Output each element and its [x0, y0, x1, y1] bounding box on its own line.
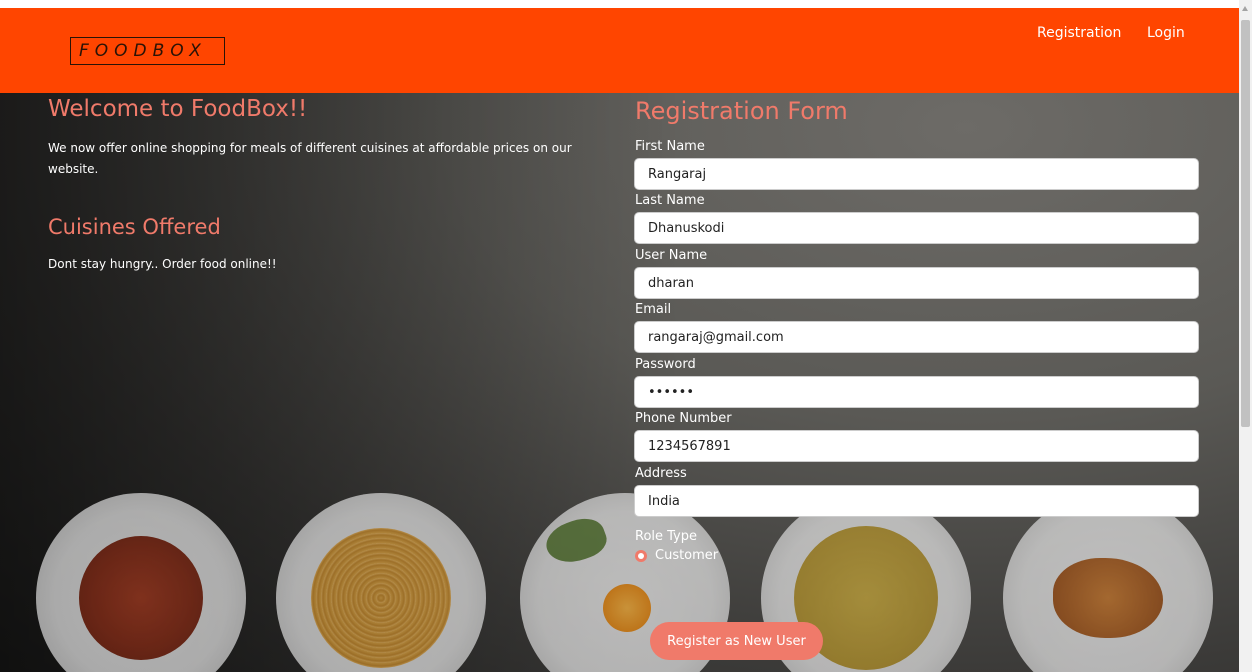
- cuisines-text: Dont stay hungry.. Order food online!!: [48, 257, 277, 271]
- role-customer-radio[interactable]: Customer: [635, 548, 718, 563]
- nav-link-registration[interactable]: Registration: [1037, 25, 1121, 41]
- password-label: Password: [635, 357, 696, 372]
- brand-logo[interactable]: FOODBOX: [70, 37, 225, 65]
- email-input[interactable]: [634, 321, 1199, 353]
- phone-number-input[interactable]: [634, 430, 1199, 462]
- cuisines-heading: Cuisines Offered: [48, 215, 221, 239]
- croissant-image: [1053, 558, 1163, 638]
- register-button[interactable]: Register as New User: [650, 622, 823, 660]
- soup-image: [79, 536, 203, 660]
- user-name-input[interactable]: [634, 267, 1199, 299]
- phone-number-label: Phone Number: [635, 411, 732, 426]
- password-input[interactable]: [634, 376, 1199, 408]
- navbar: FOODBOX Registration Login: [0, 8, 1239, 93]
- last-name-input[interactable]: [634, 212, 1199, 244]
- scrollbar-thumb[interactable]: [1241, 20, 1250, 427]
- role-customer-label: Customer: [655, 548, 719, 563]
- pasta-image: [311, 528, 451, 668]
- welcome-text: We now offer online shopping for meals o…: [48, 141, 572, 176]
- food-plate-soup: [36, 493, 246, 672]
- food-plate-pasta: [276, 493, 486, 672]
- address-input[interactable]: [634, 485, 1199, 517]
- email-label: Email: [635, 302, 672, 317]
- role-type-label: Role Type: [635, 529, 698, 544]
- address-label: Address: [635, 466, 687, 481]
- scroll-up-arrow-icon[interactable]: [1242, 6, 1248, 11]
- user-name-label: User Name: [635, 248, 708, 263]
- nav-link-login[interactable]: Login: [1147, 25, 1185, 41]
- welcome-heading: Welcome to FoodBox!!: [48, 96, 308, 122]
- food-plate-croissant: [1003, 493, 1213, 672]
- page-background: FOODBOX Registration Login Welcome to Fo…: [0, 8, 1239, 672]
- herb-image: [540, 511, 612, 571]
- first-name-label: First Name: [635, 139, 705, 154]
- registration-form-title: Registration Form: [635, 97, 848, 125]
- radio-selected-icon[interactable]: [635, 549, 647, 562]
- last-name-label: Last Name: [635, 193, 705, 208]
- first-name-input[interactable]: [634, 158, 1199, 190]
- egg-image: [603, 584, 651, 632]
